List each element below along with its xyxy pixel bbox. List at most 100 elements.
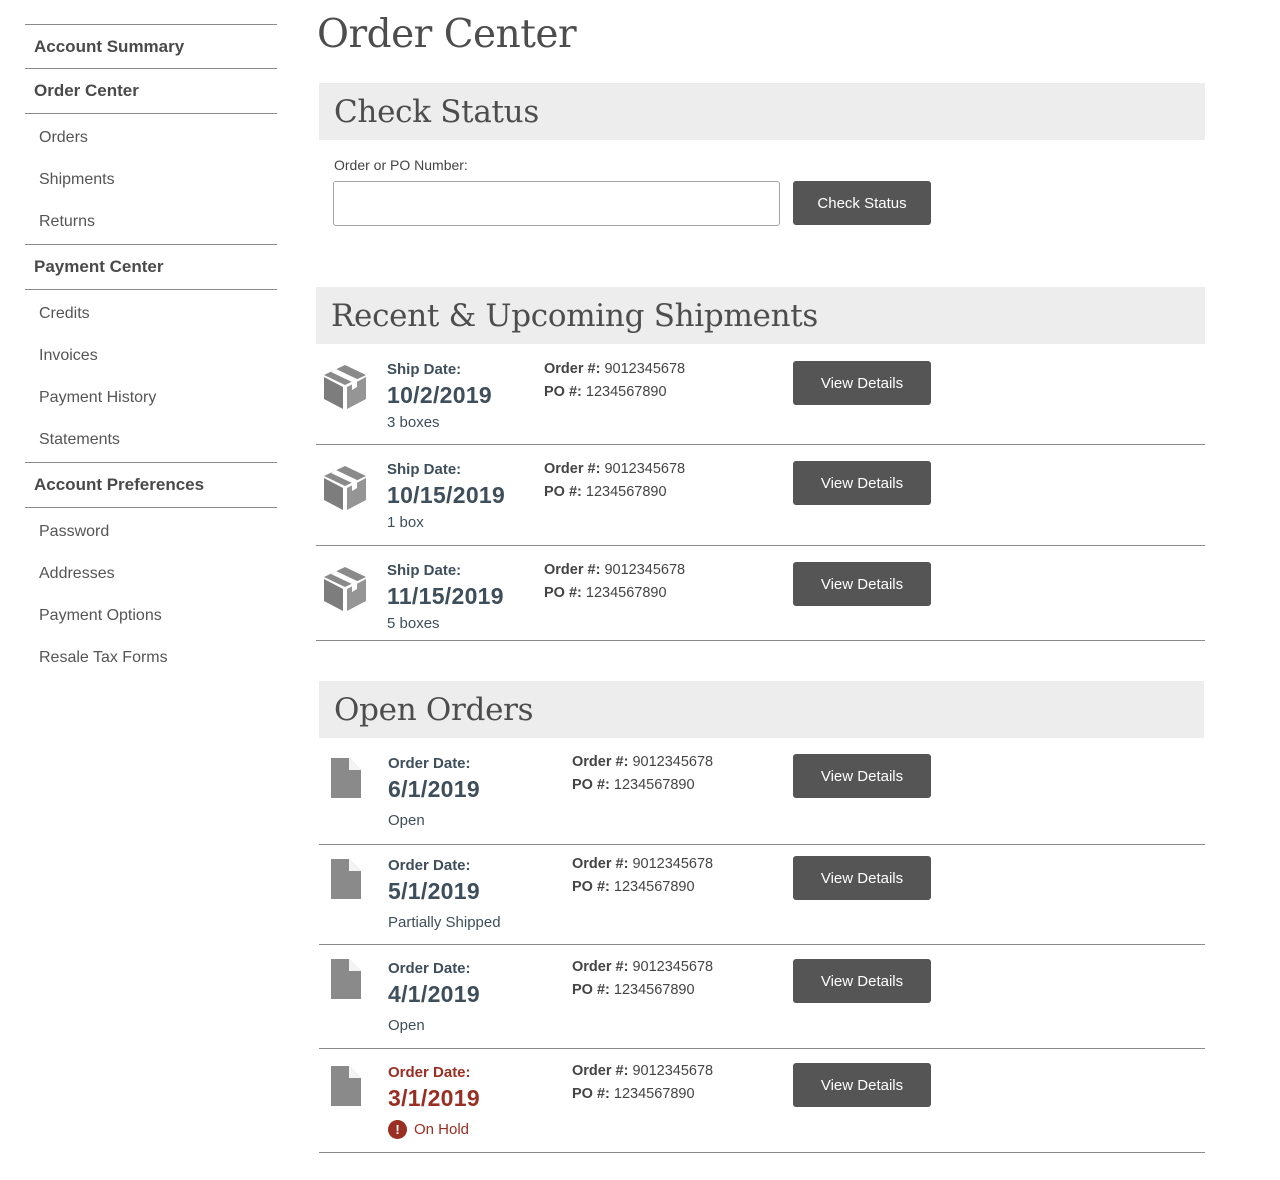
order-date-value: 6/1/2019 xyxy=(388,776,480,802)
sidebar-nav: Account Summary Order Center Orders Ship… xyxy=(25,24,277,681)
view-details-button[interactable]: View Details xyxy=(793,361,931,405)
package-box-icon xyxy=(322,565,368,618)
order-date-label: Order Date: xyxy=(388,857,471,874)
order-number-label: Order #: xyxy=(572,1063,629,1079)
sidebar-account-preferences-items: Password Addresses Payment Options Resal… xyxy=(25,508,277,681)
package-box-icon xyxy=(322,363,368,416)
order-number: 9012345678 xyxy=(604,361,686,377)
order-status: ! On Hold xyxy=(388,1120,469,1139)
po-number-label: PO #: xyxy=(572,878,610,895)
sidebar-section-order-center[interactable]: Order Center xyxy=(25,68,277,114)
order-number: 9012345678 xyxy=(604,461,686,477)
order-status: Open xyxy=(388,812,425,829)
sidebar-item-invoices[interactable]: Invoices xyxy=(25,335,277,377)
order-number: 9012345678 xyxy=(632,1063,714,1079)
box-count: 5 boxes xyxy=(387,615,440,632)
ship-date-label: Ship Date: xyxy=(387,562,462,579)
ship-date-value: 10/15/2019 xyxy=(387,482,506,508)
view-details-button[interactable]: View Details xyxy=(793,461,931,505)
po-number: 1234567890 xyxy=(613,1085,695,1102)
order-po-input[interactable] xyxy=(333,181,780,226)
shipment-row: Ship Date: 10/15/2019 1 box Order #: 901… xyxy=(316,445,1205,546)
order-number: 9012345678 xyxy=(632,856,714,872)
sidebar-payment-center-items: Credits Invoices Payment History Stateme… xyxy=(25,290,277,463)
view-details-button[interactable]: View Details xyxy=(793,754,931,798)
sidebar-item-credits[interactable]: Credits xyxy=(25,293,277,335)
view-details-button[interactable]: View Details xyxy=(793,856,931,900)
ship-date-label: Ship Date: xyxy=(387,361,462,378)
sidebar-item-addresses[interactable]: Addresses xyxy=(25,553,277,595)
order-po-info: Order #: 9012345678 PO #: 1234567890 xyxy=(544,559,685,604)
open-orders-header: Open Orders xyxy=(319,681,1204,738)
shipments-header: Recent & Upcoming Shipments xyxy=(316,287,1205,344)
order-date-value: 4/1/2019 xyxy=(388,981,480,1007)
order-status: Open xyxy=(388,1017,425,1034)
order-status: Partially Shipped xyxy=(388,914,501,931)
sidebar-section-payment-center[interactable]: Payment Center xyxy=(25,244,277,290)
order-po-info: Order #: 9012345678 PO #: 1234567890 xyxy=(572,751,713,796)
po-number: 1234567890 xyxy=(585,383,667,400)
order-po-info: Order #: 9012345678 PO #: 1234567890 xyxy=(544,358,685,403)
view-details-button[interactable]: View Details xyxy=(793,959,931,1003)
order-date-value: 3/1/2019 xyxy=(388,1085,480,1111)
document-icon xyxy=(331,758,361,803)
order-date-label: Order Date: xyxy=(388,1064,471,1081)
sidebar-section-account-summary[interactable]: Account Summary xyxy=(25,24,277,69)
page-title: Order Center xyxy=(317,12,577,57)
sidebar-item-resale-tax-forms[interactable]: Resale Tax Forms xyxy=(25,637,277,679)
box-count: 1 box xyxy=(387,514,424,531)
check-status-button[interactable]: Check Status xyxy=(793,181,931,225)
sidebar-item-orders[interactable]: Orders xyxy=(25,117,277,159)
po-number: 1234567890 xyxy=(613,981,695,998)
sidebar-item-payment-options[interactable]: Payment Options xyxy=(25,595,277,637)
order-po-info: Order #: 9012345678 PO #: 1234567890 xyxy=(572,1060,713,1105)
box-count: 3 boxes xyxy=(387,414,440,431)
order-number-label: Order #: xyxy=(572,856,629,872)
po-number: 1234567890 xyxy=(585,483,667,500)
view-details-button[interactable]: View Details xyxy=(793,1063,931,1107)
shipment-row: Ship Date: 10/2/2019 3 boxes Order #: 90… xyxy=(316,344,1205,445)
po-number-label: PO #: xyxy=(544,584,582,601)
order-po-field-label: Order or PO Number: xyxy=(334,157,468,173)
check-status-header: Check Status xyxy=(319,83,1205,140)
order-number-label: Order #: xyxy=(544,562,601,578)
po-number-label: PO #: xyxy=(572,776,610,793)
po-number-label: PO #: xyxy=(572,981,610,998)
order-po-info: Order #: 9012345678 PO #: 1234567890 xyxy=(572,853,713,898)
sidebar-item-shipments[interactable]: Shipments xyxy=(25,159,277,201)
ship-date-value: 10/2/2019 xyxy=(387,382,493,408)
ship-date-value: 11/15/2019 xyxy=(387,583,504,609)
package-box-icon xyxy=(322,464,368,517)
po-number-label: PO #: xyxy=(544,383,582,400)
order-number-label: Order #: xyxy=(572,959,629,975)
po-number: 1234567890 xyxy=(585,584,667,601)
ship-date-label: Ship Date: xyxy=(387,461,462,478)
shipment-row: Ship Date: 11/15/2019 5 boxes Order #: 9… xyxy=(316,546,1205,641)
order-number: 9012345678 xyxy=(632,754,714,770)
document-icon xyxy=(331,859,361,904)
sidebar-item-returns[interactable]: Returns xyxy=(25,201,277,243)
order-row: Order Date: 4/1/2019 Open Order #: 90123… xyxy=(319,945,1205,1049)
order-date-label: Order Date: xyxy=(388,960,471,977)
order-row: Order Date: 6/1/2019 Open Order #: 90123… xyxy=(319,738,1205,845)
order-number-label: Order #: xyxy=(544,461,601,477)
order-row: Order Date: 5/1/2019 Partially Shipped O… xyxy=(319,845,1205,945)
sidebar-order-center-items: Orders Shipments Returns xyxy=(25,114,277,245)
order-date-label: Order Date: xyxy=(388,755,471,772)
po-number-label: PO #: xyxy=(544,483,582,500)
document-icon xyxy=(331,959,361,1004)
order-status-text: On Hold xyxy=(414,1121,470,1138)
po-number-label: PO #: xyxy=(572,1085,610,1102)
order-date-value: 5/1/2019 xyxy=(388,878,480,904)
po-number: 1234567890 xyxy=(613,878,695,895)
order-number: 9012345678 xyxy=(604,562,686,578)
view-details-button[interactable]: View Details xyxy=(793,562,931,606)
sidebar-item-password[interactable]: Password xyxy=(25,511,277,553)
document-icon xyxy=(331,1066,361,1111)
exclamation-circle-icon: ! xyxy=(388,1120,407,1139)
sidebar-item-payment-history[interactable]: Payment History xyxy=(25,377,277,419)
sidebar-section-account-preferences[interactable]: Account Preferences xyxy=(25,462,277,508)
order-row-on-hold: Order Date: 3/1/2019 ! On Hold Order #: … xyxy=(319,1049,1205,1153)
sidebar-item-statements[interactable]: Statements xyxy=(25,419,277,461)
order-po-info: Order #: 9012345678 PO #: 1234567890 xyxy=(572,956,713,1001)
